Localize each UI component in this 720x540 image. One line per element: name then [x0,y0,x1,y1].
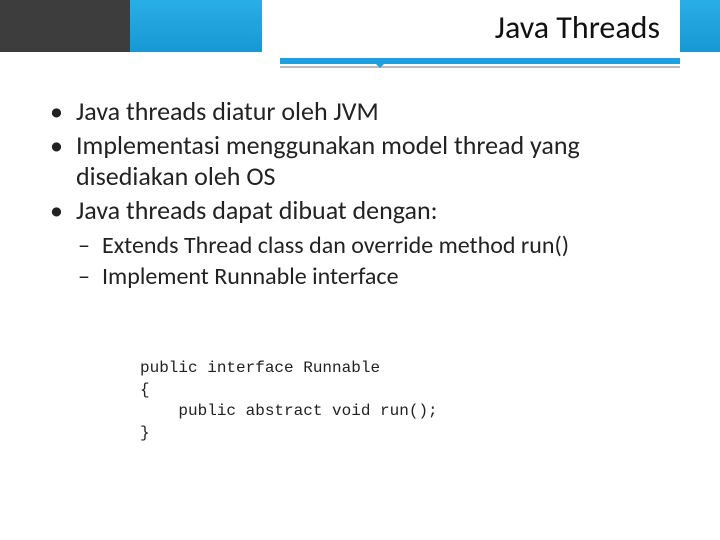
sub-bullet-item: Extends Thread class dan override method… [76,231,672,260]
bullet-item: Java threads dapat dibuat dengan: Extend… [48,195,672,291]
title-underline-grey [280,66,680,68]
bullet-text: Java threads dapat dibuat dengan: [76,194,438,226]
sub-bullet-text: Extends Thread class dan override method… [102,231,569,260]
code-line: public abstract void run(); [140,402,438,420]
code-line: { [140,381,150,399]
slide-title: Java Threads [495,8,660,47]
sub-bullet-item: Implement Runnable interface [76,262,672,291]
bullet-list: Java threads diatur oleh JVM Implementas… [48,96,672,291]
code-line: } [140,424,150,442]
slide-body: Java threads diatur oleh JVM Implementas… [48,96,672,293]
code-line: public interface Runnable [140,359,380,377]
header-accent-dark [0,0,130,52]
title-underline-blue [280,58,680,64]
bullet-item: Implementasi menggunakan model thread ya… [48,130,672,193]
sub-bullet-text: Implement Runnable interface [102,262,399,291]
slide: Java Threads Java threads diatur oleh JV… [0,0,720,540]
sub-bullet-list: Extends Thread class dan override method… [76,231,672,292]
code-block: public interface Runnable { public abstr… [140,358,438,444]
bullet-text: Implementasi menggunakan model thread ya… [76,129,580,193]
title-notch-icon [370,58,390,68]
bullet-text: Java threads diatur oleh JVM [76,95,379,127]
bullet-item: Java threads diatur oleh JVM [48,96,672,128]
